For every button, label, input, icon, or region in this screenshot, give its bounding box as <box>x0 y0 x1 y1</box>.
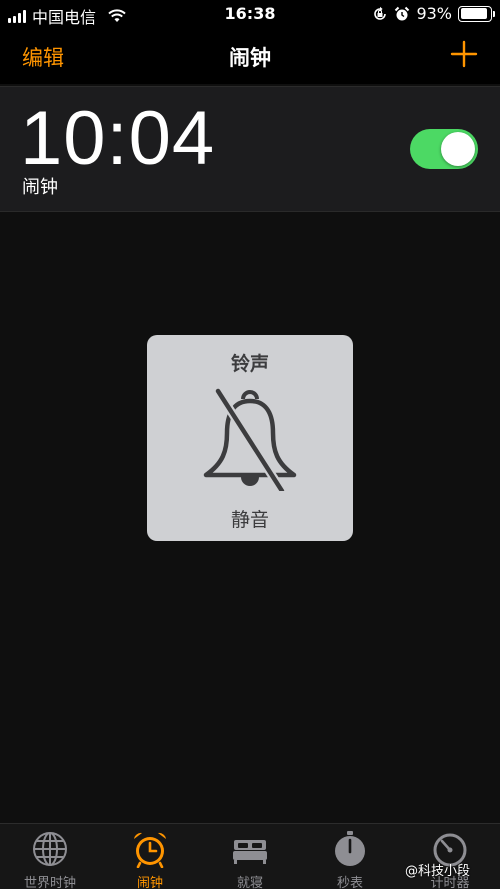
status-bar: 中国电信 16:38 93% <box>0 0 500 28</box>
tab-label: 秒表 <box>336 876 363 889</box>
hud-status: 静音 <box>230 509 269 531</box>
add-alarm-button[interactable] <box>450 40 478 68</box>
tab-stopwatch[interactable]: 秒表 <box>300 824 400 889</box>
toggle-knob <box>441 132 475 166</box>
tab-bedtime[interactable]: 就寝 <box>200 824 300 889</box>
tab-label: 闹钟 <box>136 876 163 889</box>
page-title: 闹钟 <box>229 46 271 70</box>
battery-icon <box>458 5 495 22</box>
tab-timer[interactable]: 计时器 <box>400 824 500 889</box>
bell-muted-icon <box>203 388 297 491</box>
stopwatch-icon <box>335 831 365 866</box>
alarm-status-icon <box>395 6 410 20</box>
tab-label: 世界时钟 <box>23 876 76 889</box>
bed-icon <box>233 840 267 864</box>
watermark: @科技小段 <box>405 864 471 879</box>
tab-world-clock[interactable]: 世界时钟 <box>0 824 100 889</box>
battery-percent: 93% <box>416 4 452 23</box>
alarm-clock-icon <box>134 832 166 868</box>
hud-title: 铃声 <box>230 353 269 375</box>
tab-label: 就寝 <box>236 876 263 889</box>
ringer-hud: 铃声 静音 <box>147 335 353 541</box>
tab-alarm[interactable]: 闹钟 <box>100 824 200 889</box>
edit-button[interactable]: 编辑 <box>22 42 64 72</box>
navigation-bar: 编辑 闹钟 <box>0 28 500 84</box>
tab-bar: 世界时钟 闹钟 就寝 秒表 计时器 <box>0 823 500 889</box>
alarm-time: 10:04 <box>20 96 216 181</box>
alarm-list-item[interactable]: 10:04 闹钟 <box>0 86 500 212</box>
orientation-lock-icon <box>374 6 387 20</box>
globe-icon <box>33 832 67 866</box>
alarm-toggle[interactable] <box>410 129 478 169</box>
alarm-label: 闹钟 <box>22 177 58 198</box>
